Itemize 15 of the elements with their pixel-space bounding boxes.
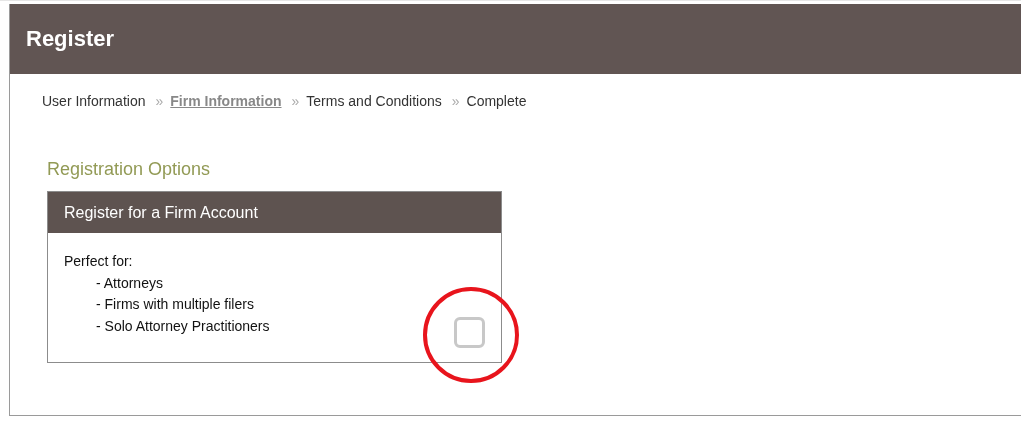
- breadcrumb-link[interactable]: Terms and Conditions: [306, 93, 442, 109]
- separator: »: [451, 93, 460, 109]
- list-item: - Solo Attorney Practitioners: [96, 316, 270, 336]
- card-title: Register for a Firm Account: [64, 203, 258, 222]
- breadcrumb-link[interactable]: Firm Information: [170, 93, 282, 109]
- section-title: Registration Options: [47, 159, 212, 180]
- page-title: Register: [26, 26, 115, 52]
- separator: »: [291, 93, 300, 109]
- checkbox[interactable]: [454, 317, 485, 348]
- list-item: - Firms with multiple filers: [96, 295, 254, 314]
- breadcrumb-link[interactable]: User Information: [42, 93, 146, 109]
- separator: »: [155, 93, 164, 109]
- list-item: - Attorneys: [96, 273, 163, 293]
- intro-text: Perfect for:: [64, 253, 133, 269]
- breadcrumb-link[interactable]: Complete: [466, 93, 527, 109]
